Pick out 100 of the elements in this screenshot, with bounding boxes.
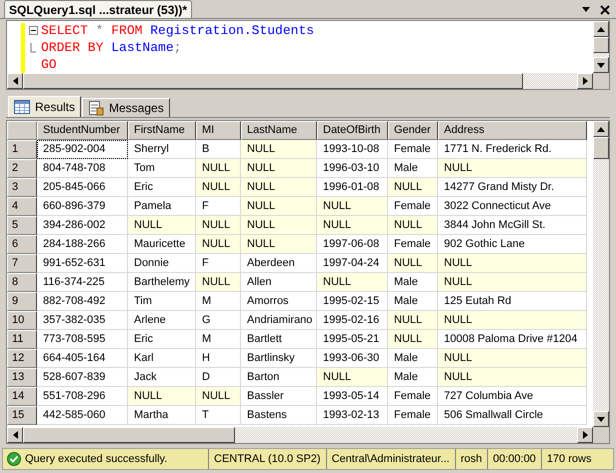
scroll-thumb[interactable] — [593, 137, 609, 159]
row-header[interactable]: 10 — [7, 311, 37, 330]
code-line: GO — [40, 56, 57, 73]
result-tab[interactable]: Messages — [82, 98, 170, 117]
scroll-down-button[interactable] — [593, 57, 609, 73]
table-cell: NULL — [241, 235, 317, 254]
table-cell: Eric — [128, 178, 196, 197]
table-cell: Male — [388, 349, 438, 368]
table-cell: F — [196, 197, 241, 216]
table-cell: 1993-06-30 — [317, 349, 388, 368]
table-cell: 660-896-379 — [37, 197, 128, 216]
collapse-icon[interactable] — [28, 26, 38, 35]
table-cell: Female — [388, 140, 438, 159]
row-header[interactable]: 5 — [7, 216, 37, 235]
scroll-thumb[interactable] — [23, 427, 235, 443]
row-header[interactable]: 11 — [7, 330, 37, 349]
table-cell: D — [196, 368, 241, 387]
table-cell: 357-382-035 — [37, 311, 128, 330]
table-cell: 804-748-708 — [37, 159, 128, 178]
table-cell: M — [196, 292, 241, 311]
table-cell: 116-374-225 — [37, 273, 128, 292]
column-header[interactable]: Gender — [388, 121, 438, 140]
row-header[interactable]: 15 — [7, 406, 37, 425]
grid-icon — [14, 100, 30, 114]
column-header[interactable]: LastName — [241, 121, 317, 140]
arrow-up-icon — [597, 26, 605, 32]
table-cell: Female — [388, 197, 438, 216]
column-header[interactable]: MI — [196, 121, 241, 140]
table-cell: NULL — [241, 140, 317, 159]
table-cell: NULL — [317, 273, 388, 292]
table-cell: Karl — [128, 349, 196, 368]
table-cell: NULL — [438, 368, 587, 387]
table-cell: Male — [388, 368, 438, 387]
table-cell: 1996-01-08 — [317, 178, 388, 197]
row-header[interactable]: 9 — [7, 292, 37, 311]
table-cell: B — [196, 140, 241, 159]
scroll-up-button[interactable] — [593, 121, 609, 137]
table-cell: NULL — [438, 254, 587, 273]
dropdown-icon[interactable] — [582, 7, 590, 12]
table-cell: H — [196, 349, 241, 368]
scroll-right-button[interactable] — [577, 427, 593, 443]
arrow-down-icon — [597, 62, 605, 68]
column-header[interactable]: Address — [438, 121, 587, 140]
table-cell: Male — [388, 273, 438, 292]
table-cell: Bartlett — [241, 330, 317, 349]
table-cell: NULL — [196, 235, 241, 254]
fold-line-icon — [30, 42, 36, 52]
table-cell: M — [196, 330, 241, 349]
table-cell: 1771 N. Frederick Rd. — [438, 140, 587, 159]
row-header[interactable]: 1 — [7, 140, 37, 159]
column-header[interactable]: StudentNumber — [37, 121, 128, 140]
row-header[interactable]: 13 — [7, 368, 37, 387]
column-header[interactable]: DateOfBirth — [317, 121, 388, 140]
scroll-left-button[interactable] — [7, 73, 23, 89]
table-cell: NULL — [241, 216, 317, 235]
table-cell: Bassler — [241, 387, 317, 406]
row-header[interactable]: 12 — [7, 349, 37, 368]
column-header[interactable]: FirstName — [128, 121, 196, 140]
vertical-scrollbar[interactable] — [593, 21, 609, 73]
table-cell: NULL — [241, 159, 317, 178]
table-cell: Barthelemy — [128, 273, 196, 292]
arrow-left-icon — [12, 431, 18, 439]
horizontal-scrollbar[interactable] — [23, 427, 577, 443]
table-cell: G — [196, 311, 241, 330]
scroll-up-button[interactable] — [593, 21, 609, 37]
row-header[interactable]: 7 — [7, 254, 37, 273]
table-cell: 3022 Connecticut Ave — [438, 197, 587, 216]
row-header[interactable]: 2 — [7, 159, 37, 178]
row-header[interactable]: 4 — [7, 197, 37, 216]
table-cell: 727 Columbia Ave — [438, 387, 587, 406]
table-cell: NULL — [438, 159, 587, 178]
table-cell: NULL — [317, 368, 388, 387]
scroll-down-button[interactable] — [593, 411, 609, 427]
table-cell: 125 Eutah Rd — [438, 292, 587, 311]
result-tab[interactable]: Results — [8, 96, 82, 117]
table-cell: Bartlinsky — [241, 349, 317, 368]
scroll-right-button[interactable] — [577, 73, 593, 89]
row-header[interactable]: 8 — [7, 273, 37, 292]
table-cell: 882-708-492 — [37, 292, 128, 311]
table-cell: NULL — [196, 273, 241, 292]
table-cell: 205-845-066 — [37, 178, 128, 197]
table-cell: T — [196, 406, 241, 425]
table-cell: 1997-04-24 — [317, 254, 388, 273]
document-tab[interactable]: SQLQuery1.sql ...strateur (53))* — [4, 0, 192, 18]
table-cell: Arlene — [128, 311, 196, 330]
corner-header[interactable] — [7, 121, 37, 140]
row-header[interactable]: 6 — [7, 235, 37, 254]
vertical-scrollbar[interactable] — [593, 121, 609, 427]
table-cell: NULL — [388, 178, 438, 197]
table-cell: NULL — [241, 197, 317, 216]
row-header[interactable]: 14 — [7, 387, 37, 406]
table-cell: 394-286-002 — [37, 216, 128, 235]
row-header[interactable]: 3 — [7, 178, 37, 197]
close-icon[interactable] — [600, 5, 610, 15]
scroll-thumb[interactable] — [593, 37, 609, 53]
scroll-left-button[interactable] — [7, 427, 23, 443]
table-cell: 1995-02-16 — [317, 311, 388, 330]
table-cell: NULL — [388, 216, 438, 235]
code-line: ORDER BY LastName; — [40, 39, 182, 56]
table-cell: 1995-05-21 — [317, 330, 388, 349]
